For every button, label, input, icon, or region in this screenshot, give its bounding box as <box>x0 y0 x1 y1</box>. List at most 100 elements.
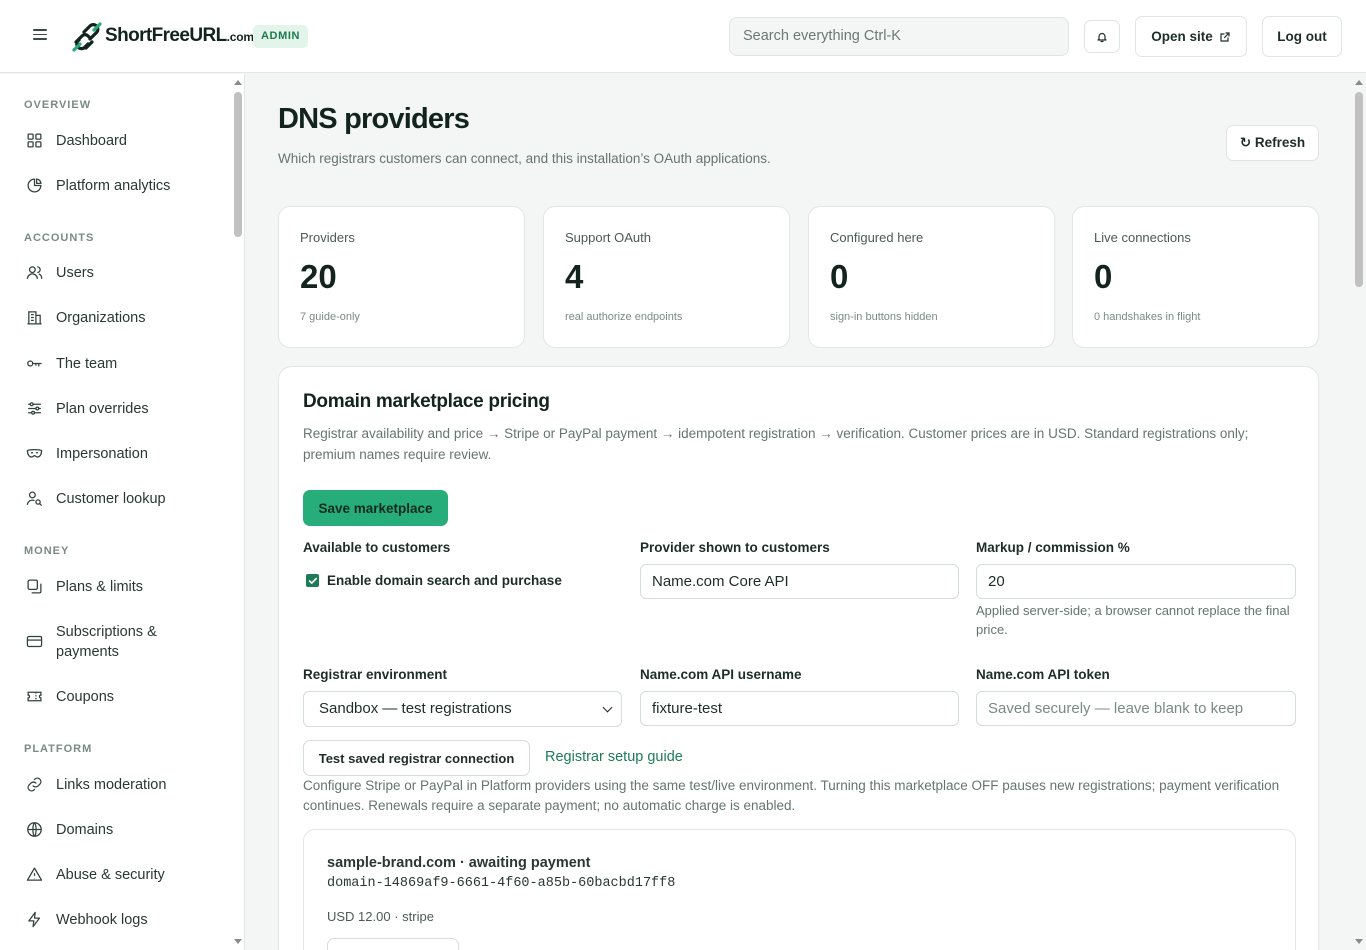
external-link-icon <box>1220 31 1230 42</box>
sidebar-item-label: Webhook logs <box>56 912 148 928</box>
token-label: Name.com API token <box>976 667 1110 682</box>
order-id: domain-14869af9-6661-4f60-a85b-60bacbd17… <box>327 876 676 891</box>
marketplace-description: Registrar availability and price → Strip… <box>303 426 1249 462</box>
link-icon <box>27 777 42 792</box>
bell-icon <box>1097 32 1107 42</box>
stat-note: 0 handshakes in flight <box>1094 311 1201 323</box>
order-action-button[interactable] <box>327 938 459 950</box>
stat-value: 4 <box>565 258 584 295</box>
stat-label: Providers <box>300 230 355 245</box>
save-marketplace-button[interactable]: Save marketplace <box>303 490 448 526</box>
sidebar-item-plans-limits[interactable]: Plans & limits <box>26 577 143 597</box>
markup-help-text: Applied server-side; a browser cannot re… <box>976 603 1290 637</box>
environment-value: Sandbox — test registrations <box>319 700 512 717</box>
sidebar-section-money: MONEY <box>24 545 70 557</box>
page-title: DNS providers <box>278 103 470 135</box>
sidebar-item-label: Abuse & security <box>56 867 165 883</box>
stat-label: Support OAuth <box>565 230 651 245</box>
pie-chart-icon <box>27 178 42 193</box>
scroll-up-arrow-icon[interactable] <box>234 80 242 85</box>
markup-label: Markup / commission % <box>976 540 1130 555</box>
sidebar-item-label: Plan overrides <box>56 401 149 417</box>
scroll-down-arrow-icon[interactable] <box>234 939 242 944</box>
page-scrollbar[interactable] <box>1352 74 1366 950</box>
sidebar-item-label: The team <box>56 356 118 372</box>
sidebar-item-label: Customer lookup <box>56 491 166 507</box>
page-scrollbar-thumb[interactable] <box>1355 92 1363 287</box>
search-input[interactable]: Search everything Ctrl-K <box>729 17 1069 56</box>
environment-select[interactable]: Sandbox — test registrations <box>303 691 622 727</box>
sidebar-scrollbar[interactable] <box>231 74 244 950</box>
test-connection-button[interactable]: Test saved registrar connection <box>303 740 530 776</box>
sidebar-item-the-team[interactable]: The team <box>26 354 117 374</box>
markup-input[interactable]: 20 <box>976 564 1296 599</box>
scroll-up-arrow-icon[interactable] <box>1355 80 1363 85</box>
sidebar-item-label: Plans & limits <box>56 579 144 595</box>
order-card: sample-brand.com · awaiting payment doma… <box>303 829 1296 950</box>
sidebar-item-customer-lookup[interactable]: Customer lookup <box>26 489 166 509</box>
sidebar-item-abuse-security[interactable]: Abuse & security <box>26 865 165 885</box>
sidebar-section-accounts: ACCOUNTS <box>24 232 95 244</box>
notifications-button[interactable] <box>1084 20 1120 53</box>
top-bar: ShortFreeURL.com ADMIN Search everything… <box>0 0 1366 73</box>
stat-note: 7 guide-only <box>300 311 360 323</box>
sidebar-item-users[interactable]: Users <box>26 263 94 283</box>
sidebar-item-label: Coupons <box>56 689 115 705</box>
username-input[interactable]: fixture-test <box>640 691 959 726</box>
sidebar-item-platform-analytics[interactable]: Platform analytics <box>26 176 170 196</box>
sidebar-item-label: Platform analytics <box>56 178 171 194</box>
credit-card-icon <box>26 635 43 648</box>
enable-purchase-checkbox[interactable]: Enable domain search and purchase <box>306 573 562 588</box>
sidebar-item-subscriptions-payments[interactable]: Subscriptions & payments <box>26 622 166 662</box>
sidebar-item-webhook-logs[interactable]: Webhook logs <box>26 910 148 930</box>
logo-text: ShortFreeURL.com <box>105 25 254 46</box>
sidebar-item-links-moderation[interactable]: Links moderation <box>26 775 166 795</box>
scroll-down-arrow-icon[interactable] <box>1355 939 1363 944</box>
token-input[interactable]: Saved securely — leave blank to keep <box>976 691 1296 726</box>
stat-note: real authorize endpoints <box>565 311 683 323</box>
building-icon <box>27 311 42 325</box>
sidebar-section-platform: PLATFORM <box>24 743 93 755</box>
sidebar-item-plan-overrides[interactable]: Plan overrides <box>26 399 149 419</box>
bolt-icon <box>28 911 41 928</box>
order-meta: USD 12.00 · stripe <box>327 909 434 924</box>
logout-button[interactable]: Log out <box>1262 16 1342 57</box>
sidebar-item-domains[interactable]: Domains <box>26 820 113 840</box>
sidebar-item-label: Impersonation <box>56 446 148 462</box>
sidebar-scrollbar-thumb[interactable] <box>234 92 242 237</box>
sidebar: OVERVIEW Dashboard Platform analytics AC… <box>0 74 245 950</box>
checkbox-checked-icon[interactable] <box>306 574 319 587</box>
provider-input[interactable]: Name.com Core API <box>640 564 959 599</box>
sidebar-item-label: Organizations <box>56 310 146 326</box>
stat-label: Live connections <box>1094 230 1191 245</box>
sidebar-item-coupons[interactable]: Coupons <box>26 687 114 707</box>
provider-label: Provider shown to customers <box>640 540 830 555</box>
refresh-button[interactable]: ↻ Refresh <box>1226 125 1319 161</box>
available-label: Available to customers <box>303 540 451 555</box>
chevron-down-icon <box>602 702 613 713</box>
grid-icon <box>27 133 42 148</box>
open-site-label: Open site <box>1151 29 1213 44</box>
sidebar-item-impersonation[interactable]: Impersonation <box>26 444 148 464</box>
menu-icon[interactable] <box>28 26 52 48</box>
chain-link-logo-icon <box>72 21 102 52</box>
key-icon <box>27 360 42 367</box>
stat-label: Configured here <box>830 230 924 245</box>
sidebar-item-label: Dashboard <box>56 133 127 149</box>
logo[interactable]: ShortFreeURL.com <box>70 19 254 54</box>
users-icon <box>26 266 43 280</box>
order-title: sample-brand.com · awaiting payment <box>327 855 591 871</box>
sidebar-item-organizations[interactable]: Organizations <box>26 308 145 328</box>
registrar-setup-guide-link[interactable]: Registrar setup guide <box>545 749 683 765</box>
user-search-icon <box>26 491 43 507</box>
open-site-button[interactable]: Open site <box>1135 16 1247 57</box>
sidebar-section-overview: OVERVIEW <box>24 99 92 111</box>
stat-note: sign-in buttons hidden <box>830 311 938 323</box>
config-note: Configure Stripe or PayPal in Platform p… <box>303 778 1280 813</box>
username-label: Name.com API username <box>640 667 802 682</box>
ticket-icon <box>27 691 42 702</box>
sidebar-item-label: Links moderation <box>56 777 167 793</box>
sidebar-item-dashboard[interactable]: Dashboard <box>26 131 127 151</box>
marketplace-panel: Domain marketplace pricing Registrar ava… <box>278 366 1319 950</box>
sidebar-item-label: Subscriptions & payments <box>56 624 157 660</box>
